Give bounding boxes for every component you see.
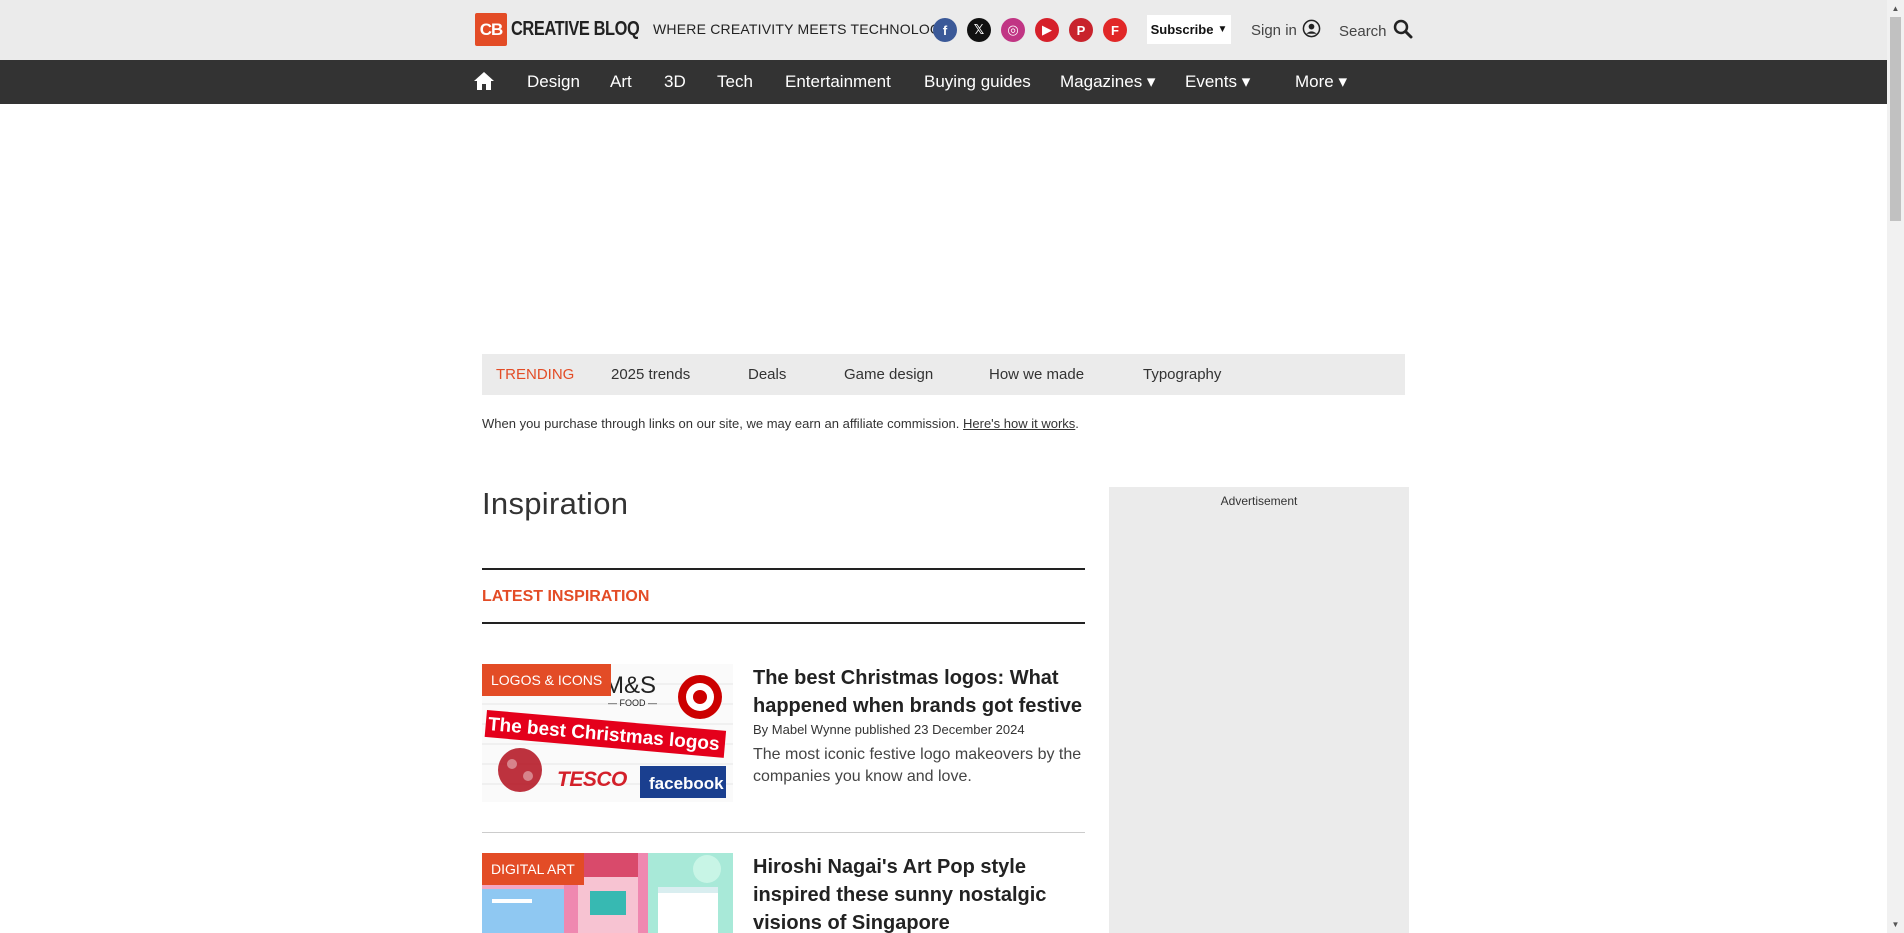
trending-item-deals[interactable]: Deals <box>748 366 786 383</box>
affiliate-suffix: . <box>1075 416 1079 431</box>
article-thumbnail[interactable]: DIGITAL ART <box>482 853 733 933</box>
nav-item-entertainment[interactable]: Entertainment <box>785 72 891 92</box>
instagram-icon[interactable]: ◎ <box>1001 18 1025 42</box>
nav-item-art[interactable]: Art <box>610 72 632 92</box>
thumb-facebook-logo: facebook <box>649 774 724 793</box>
home-icon[interactable] <box>473 71 495 96</box>
search-link[interactable]: Search <box>1339 19 1413 43</box>
article-card[interactable]: DIGITAL ART Hiroshi Nagai's Art Pop styl… <box>482 853 1085 933</box>
sidebar-advertisement: Advertisement <box>1109 487 1409 933</box>
x-icon[interactable]: 𝕏 <box>967 18 991 42</box>
trending-item-how-we-made[interactable]: How we made <box>989 366 1084 383</box>
facebook-icon[interactable]: f <box>933 18 957 42</box>
thumb-ms-logo: M&S <box>604 672 657 699</box>
flipboard-icon[interactable]: F <box>1103 18 1127 42</box>
nav-item-magazines[interactable]: Magazines ▾ <box>1060 72 1155 92</box>
article-title[interactable]: The best Christmas logos: What happened … <box>753 664 1088 720</box>
subscribe-button[interactable]: Subscribe ▼ <box>1147 15 1231 44</box>
article-description: The most iconic festive logo makeovers b… <box>753 746 1082 785</box>
nav-item-more[interactable]: More ▾ <box>1295 72 1347 92</box>
trending-bar: TRENDING 2025 trends Deals Game design H… <box>482 354 1405 395</box>
section-label: LATEST INSPIRATION <box>482 588 650 605</box>
logo-wordmark: CREATIVE BLOQ <box>511 18 640 40</box>
main-nav: Design Art 3D Tech Entertainment Buying … <box>0 60 1887 104</box>
nav-item-design[interactable]: Design <box>527 72 580 92</box>
scrollbar-thumb[interactable] <box>1890 17 1901 221</box>
logo-mark: CB <box>475 13 507 46</box>
chevron-down-icon: ▼ <box>1217 24 1228 35</box>
page-scrollbar[interactable]: ▲ ▼ <box>1887 0 1904 933</box>
pinterest-icon[interactable]: P <box>1069 18 1093 42</box>
social-links: f 𝕏 ◎ ▶ P F <box>933 18 1127 42</box>
trending-item-2025-trends[interactable]: 2025 trends <box>611 366 690 383</box>
nav-item-buying-guides[interactable]: Buying guides <box>924 72 1031 92</box>
scroll-up-arrow-icon[interactable]: ▲ <box>1887 0 1904 17</box>
trending-item-game-design[interactable]: Game design <box>844 366 933 383</box>
affiliate-text: When you purchase through links on our s… <box>482 416 963 431</box>
site-logo[interactable]: CB CREATIVE BLOQ <box>475 13 667 46</box>
site-header: CB CREATIVE BLOQ WHERE CREATIVITY MEETS … <box>0 0 1887 60</box>
category-badge[interactable]: DIGITAL ART <box>482 853 584 885</box>
site-tagline: WHERE CREATIVITY MEETS TECHNOLOGY <box>653 21 951 37</box>
affiliate-notice: When you purchase through links on our s… <box>482 416 1079 431</box>
page-title: Inspiration <box>482 486 629 521</box>
search-icon <box>1393 19 1413 43</box>
article-thumbnail[interactable]: M&S — FOOD — The best Christmas logos TE… <box>482 664 733 802</box>
user-icon <box>1302 19 1321 42</box>
article-divider <box>482 832 1085 833</box>
nav-item-events[interactable]: Events ▾ <box>1185 72 1250 92</box>
nav-item-3d[interactable]: 3D <box>664 72 686 92</box>
sign-in-label: Sign in <box>1251 22 1297 39</box>
thumb-tesco-logo: TESCO <box>557 768 627 791</box>
trending-item-typography[interactable]: Typography <box>1143 366 1221 383</box>
section-header: LATEST INSPIRATION <box>482 568 1085 624</box>
trending-label: TRENDING <box>496 366 575 383</box>
affiliate-link[interactable]: Here's how it works <box>963 416 1075 431</box>
thumb-ms-sub: — FOOD — <box>608 698 657 708</box>
youtube-icon[interactable]: ▶ <box>1035 18 1059 42</box>
article-title[interactable]: Hiroshi Nagai's Art Pop style inspired t… <box>753 853 1085 933</box>
advertisement-label: Advertisement <box>1220 494 1298 508</box>
search-label: Search <box>1339 22 1387 40</box>
article-card[interactable]: M&S — FOOD — The best Christmas logos TE… <box>482 664 1085 804</box>
scroll-down-arrow-icon[interactable]: ▼ <box>1887 916 1904 933</box>
article-byline: By Mabel Wynne published 23 December 202… <box>753 722 1025 737</box>
category-badge[interactable]: LOGOS & ICONS <box>482 664 612 696</box>
subscribe-label: Subscribe <box>1150 22 1214 37</box>
nav-item-tech[interactable]: Tech <box>717 72 753 92</box>
sign-in-link[interactable]: Sign in <box>1251 19 1321 42</box>
